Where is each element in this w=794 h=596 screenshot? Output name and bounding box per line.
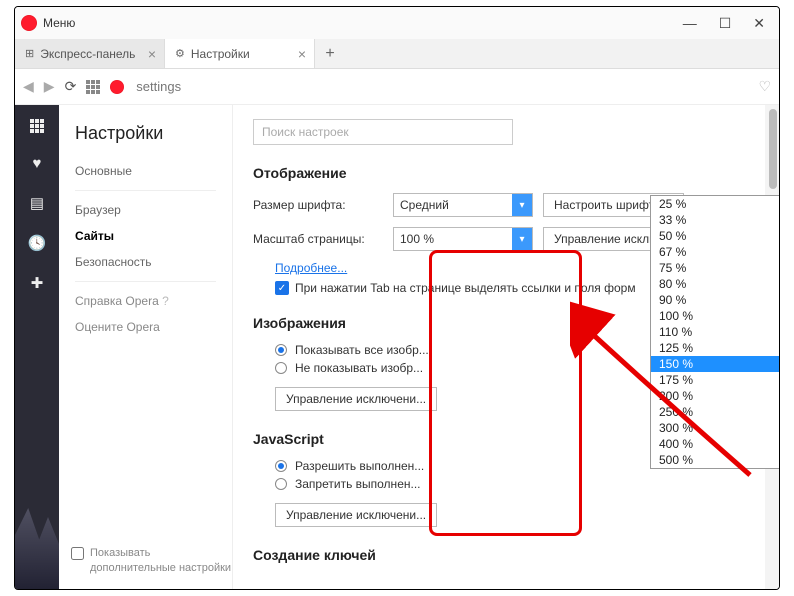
- reload-button[interactable]: ⟳: [65, 78, 77, 95]
- sidebar-item-basic[interactable]: Основные: [75, 164, 216, 178]
- chevron-down-icon: ▾: [512, 194, 532, 216]
- search-input[interactable]: [253, 119, 513, 145]
- zoom-option[interactable]: 50 %: [651, 228, 779, 244]
- font-size-select[interactable]: Средний ▾: [393, 193, 533, 217]
- zoom-option[interactable]: 250 %: [651, 404, 779, 420]
- zoom-option[interactable]: 150 %: [651, 356, 779, 372]
- zoom-option[interactable]: 75 %: [651, 260, 779, 276]
- page-zoom-label: Масштаб страницы:: [253, 232, 393, 246]
- wallpaper: [15, 499, 59, 589]
- main-panel: Отображение Размер шрифта: Средний ▾ Нас…: [233, 105, 779, 589]
- tabstrip: ⊞ Экспресс-панель × ⚙ Настройки × +: [15, 39, 779, 69]
- titlebar: Меню — ☐ ✕: [15, 7, 779, 39]
- settings-sidebar: Настройки Основные Браузер Сайты Безопас…: [59, 105, 233, 589]
- js-deny-radio[interactable]: Запретить выполнен...: [275, 477, 759, 491]
- history-icon[interactable]: 🕓: [28, 234, 47, 252]
- tab-label: Экспресс-панель: [40, 47, 135, 61]
- zoom-option[interactable]: 33 %: [651, 212, 779, 228]
- page-title: Настройки: [75, 123, 216, 144]
- zoom-option[interactable]: 25 %: [651, 196, 779, 212]
- zoom-option[interactable]: 110 %: [651, 324, 779, 340]
- tab-close-icon[interactable]: ×: [148, 46, 156, 62]
- tab-label: Настройки: [191, 47, 250, 61]
- news-icon[interactable]: ▤: [30, 194, 44, 212]
- app-window: Меню — ☐ ✕ ⊞ Экспресс-панель × ⚙ Настрой…: [14, 6, 780, 590]
- icon-sidebar: ♥ ▤ 🕓 ✚: [15, 105, 59, 589]
- radio-on-icon: [275, 460, 287, 472]
- content-area: ♥ ▤ 🕓 ✚ Настройки Основные Браузер Сайты…: [15, 105, 779, 589]
- zoom-option[interactable]: 500 %: [651, 452, 779, 468]
- chevron-down-icon: ▾: [512, 228, 532, 250]
- forward-button[interactable]: ▶: [44, 78, 55, 95]
- zoom-option[interactable]: 67 %: [651, 244, 779, 260]
- zoom-option[interactable]: 300 %: [651, 420, 779, 436]
- extensions-icon[interactable]: ✚: [31, 274, 44, 292]
- font-size-label: Размер шрифта:: [253, 198, 393, 212]
- zoom-option[interactable]: 125 %: [651, 340, 779, 356]
- scrollbar-thumb[interactable]: [769, 109, 777, 189]
- show-advanced-checkbox[interactable]: Показывать дополнительные настройки: [71, 546, 232, 575]
- sidebar-rate[interactable]: Оцените Opera: [75, 320, 216, 334]
- bookmark-icon[interactable]: ♡: [758, 78, 771, 95]
- sidebar-item-sites[interactable]: Сайты: [75, 229, 216, 243]
- section-keys: Создание ключей: [253, 547, 759, 563]
- tab-speed-dial[interactable]: ⊞ Экспресс-панель ×: [15, 39, 165, 68]
- zoom-option[interactable]: 200 %: [651, 388, 779, 404]
- tab-settings[interactable]: ⚙ Настройки ×: [165, 39, 315, 68]
- divider: [75, 281, 216, 282]
- zoom-option[interactable]: 80 %: [651, 276, 779, 292]
- zoom-option[interactable]: 400 %: [651, 436, 779, 452]
- radio-on-icon: [275, 344, 287, 356]
- window-controls: — ☐ ✕: [683, 15, 773, 32]
- zoom-dropdown[interactable]: 25 %33 %50 %67 %75 %80 %90 %100 %110 %12…: [650, 195, 779, 469]
- back-button[interactable]: ◀: [23, 78, 34, 95]
- zoom-option[interactable]: 100 %: [651, 308, 779, 324]
- opera-url-icon: [110, 80, 124, 94]
- sidebar-item-security[interactable]: Безопасность: [75, 255, 216, 269]
- minimize-icon[interactable]: —: [683, 15, 697, 32]
- divider: [75, 190, 216, 191]
- sidebar-item-browser[interactable]: Браузер: [75, 203, 216, 217]
- checkbox[interactable]: [71, 547, 84, 560]
- radio-off-icon: [275, 478, 287, 490]
- page-zoom-select[interactable]: 100 % ▾: [393, 227, 533, 251]
- url-field[interactable]: settings: [134, 79, 748, 94]
- opera-logo-icon: [21, 15, 37, 31]
- zoom-option[interactable]: 90 %: [651, 292, 779, 308]
- heart-icon[interactable]: ♥: [33, 155, 42, 172]
- sidebar-help[interactable]: Справка Opera ?: [75, 294, 216, 308]
- tab-close-icon[interactable]: ×: [298, 46, 306, 62]
- radio-off-icon: [275, 362, 287, 374]
- maximize-icon[interactable]: ☐: [719, 15, 732, 32]
- apps-icon[interactable]: [86, 80, 100, 94]
- menu-button[interactable]: Меню: [43, 16, 75, 30]
- new-tab-button[interactable]: +: [315, 39, 345, 68]
- manage-exceptions-button[interactable]: Управление исключени...: [275, 387, 437, 411]
- close-icon[interactable]: ✕: [753, 15, 765, 32]
- checkbox-checked-icon[interactable]: ✓: [275, 281, 289, 295]
- address-bar: ◀ ▶ ⟳ settings ♡: [15, 69, 779, 105]
- grid-icon: ⊞: [25, 47, 34, 60]
- speed-dial-icon[interactable]: [30, 119, 44, 133]
- zoom-option[interactable]: 175 %: [651, 372, 779, 388]
- section-display: Отображение: [253, 165, 759, 181]
- manage-exceptions-button[interactable]: Управление исключени...: [275, 503, 437, 527]
- gear-icon: ⚙: [175, 47, 185, 60]
